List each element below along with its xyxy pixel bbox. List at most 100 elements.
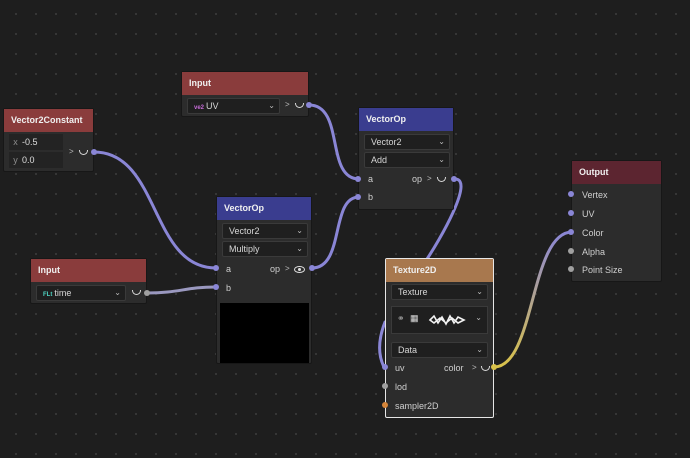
output-port-uv-label: UV [582, 209, 595, 219]
vector-type-dropdown[interactable]: Vector2 ⌄ [364, 134, 450, 150]
x-value: -0.5 [22, 137, 38, 147]
texture-picker[interactable]: ⚭ ▦ ⌄ [391, 306, 488, 334]
input-lod-label: lod [395, 382, 408, 392]
output-color-label: color [444, 363, 464, 373]
texture2d-node[interactable]: Texture2D Texture ⌄ ⚭ ▦ ⌄ Data ⌄ uv lod … [385, 258, 494, 418]
output-vertex-port[interactable] [568, 191, 574, 197]
chevron-down-icon: ⌄ [476, 287, 483, 296]
multiply-input-a-port[interactable] [213, 265, 219, 271]
texture-uv-port[interactable] [382, 364, 388, 370]
x-field[interactable]: x -0.5 [9, 134, 63, 150]
operation-dropdown[interactable]: Add ⌄ [364, 152, 450, 168]
chevron-down-icon: ⌄ [114, 288, 121, 297]
vector2constant-node[interactable]: Vector2Constant x -0.5 y 0.0 > [3, 108, 94, 172]
wire-uv-to-add-a [307, 103, 361, 181]
link-indicator-icon [132, 290, 141, 295]
expand-toggle[interactable]: > [472, 363, 477, 372]
texture-thumbnail-icon [428, 314, 466, 326]
chevron-down-icon: ⌄ [438, 137, 445, 146]
output-op-label: op [270, 264, 281, 274]
link-indicator-icon [295, 103, 304, 108]
image-icon[interactable]: ▦ [410, 313, 419, 324]
dropdown-value: Data [398, 345, 418, 355]
output-port-color-label: Color [582, 228, 604, 238]
x-label: x [13, 137, 18, 147]
node-title: Output [572, 161, 661, 184]
input-source-dropdown[interactable]: FLt time ⌄ [36, 285, 126, 301]
y-label: y [13, 155, 18, 165]
output-uv-port[interactable] [568, 210, 574, 216]
chevron-down-icon: ⌄ [296, 244, 303, 253]
input-a-label: a [368, 174, 374, 184]
chevron-down-icon: ⌄ [296, 226, 303, 235]
input-uv-node[interactable]: Input ve2 UV ⌄ > [181, 71, 309, 117]
float-type-badge: FLt [43, 292, 53, 298]
time-output-port[interactable] [144, 290, 150, 296]
chevron-down-icon: ⌄ [476, 345, 483, 354]
wire-texture-to-output-color [492, 230, 574, 369]
wire-time-to-multiply-b [145, 285, 218, 295]
dropdown-value: Multiply [229, 244, 260, 254]
node-title: Texture2D [386, 259, 493, 282]
dropdown-value: Texture [398, 287, 428, 297]
expand-toggle[interactable]: > [285, 100, 290, 109]
dropdown-value: time [54, 288, 72, 298]
output-pointsize-port[interactable] [568, 266, 574, 272]
dropdown-value: Vector2 [229, 226, 260, 236]
output-node[interactable]: Output Vertex UV Color Alpha Point Size [571, 160, 662, 282]
eye-icon[interactable] [294, 266, 305, 273]
texture-lod-port[interactable] [382, 383, 388, 389]
link-indicator-icon [481, 366, 490, 371]
node-title: Input [31, 259, 146, 282]
add-input-b-port[interactable] [355, 194, 361, 200]
node-title: VectorOp [359, 108, 453, 131]
add-input-a-port[interactable] [355, 176, 361, 182]
input-b-label: b [368, 192, 374, 202]
texture-color-output-port[interactable] [491, 364, 497, 370]
input-uv-label: uv [395, 363, 405, 373]
vector-type-dropdown[interactable]: Vector2 ⌄ [222, 223, 308, 239]
link-icon[interactable]: ⚭ [397, 313, 405, 324]
output-alpha-port[interactable] [568, 248, 574, 254]
preview-panel [220, 303, 309, 363]
output-op-label: op [412, 174, 423, 184]
input-a-label: a [226, 264, 232, 274]
multiply-output-port[interactable] [309, 265, 315, 271]
node-title: VectorOp [217, 197, 311, 220]
wire-multiply-to-add-b [310, 195, 361, 270]
expand-toggle[interactable]: > [427, 174, 432, 183]
input-source-dropdown[interactable]: ve2 UV ⌄ [187, 98, 280, 114]
dropdown-value: Vector2 [371, 137, 402, 147]
chevron-down-icon: ⌄ [475, 313, 482, 322]
uv-output-port[interactable] [306, 102, 312, 108]
add-output-port[interactable] [451, 176, 457, 182]
vector2constant-output-port[interactable] [91, 149, 97, 155]
wire-const-to-multiply-a [92, 150, 218, 270]
input-sampler-label: sampler2D [395, 401, 439, 411]
texture-sampler-port[interactable] [382, 402, 388, 408]
vectorop-multiply-node[interactable]: VectorOp Vector2 ⌄ Multiply ⌄ a b op > [216, 196, 312, 364]
dropdown-value: UV [206, 101, 219, 111]
y-field[interactable]: y 0.0 [9, 152, 63, 168]
output-port-alpha-label: Alpha [582, 247, 606, 257]
y-value: 0.0 [22, 155, 35, 165]
output-port-pointsize-label: Point Size [582, 265, 623, 275]
expand-toggle[interactable]: > [285, 264, 290, 273]
node-title: Input [182, 72, 308, 95]
texture-mode-dropdown[interactable]: Data ⌄ [391, 342, 488, 358]
input-b-label: b [226, 283, 232, 293]
output-color-port[interactable] [568, 229, 574, 235]
input-time-node[interactable]: Input FLt time ⌄ [30, 258, 147, 304]
link-indicator-icon [437, 177, 446, 182]
output-port-vertex-label: Vertex [582, 190, 608, 200]
texture-type-dropdown[interactable]: Texture ⌄ [391, 284, 488, 300]
link-indicator-icon [79, 150, 88, 155]
dropdown-value: Add [371, 155, 388, 165]
vectorop-add-node[interactable]: VectorOp Vector2 ⌄ Add ⌄ a b op > [358, 107, 454, 210]
chevron-down-icon: ⌄ [268, 101, 275, 110]
operation-dropdown[interactable]: Multiply ⌄ [222, 241, 308, 257]
expand-toggle[interactable]: > [69, 147, 74, 156]
node-title: Vector2Constant [4, 109, 93, 132]
chevron-down-icon: ⌄ [438, 155, 445, 164]
multiply-input-b-port[interactable] [213, 284, 219, 290]
